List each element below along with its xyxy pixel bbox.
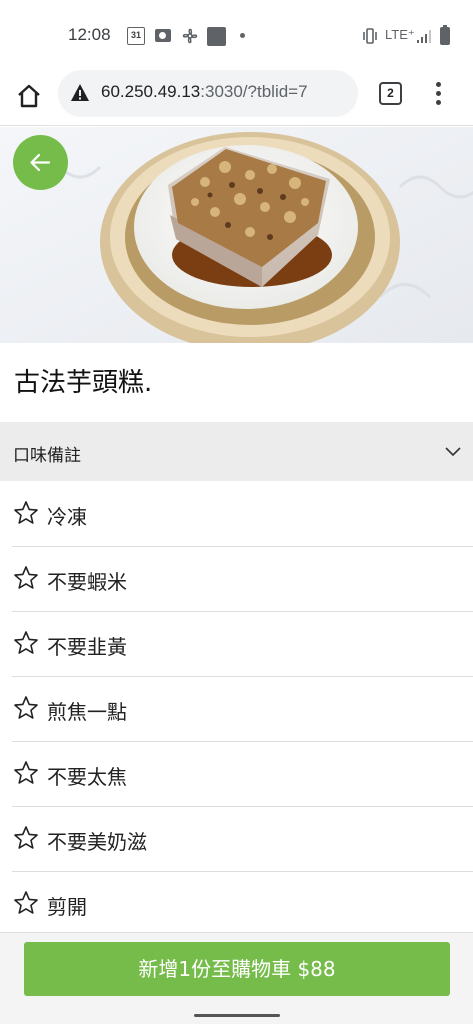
camera-icon <box>155 29 171 42</box>
option-label: 不要美奶滋 <box>47 830 147 854</box>
star-icon[interactable] <box>13 500 39 526</box>
network-type-label: LTE⁺ <box>385 27 415 42</box>
star-icon[interactable] <box>13 890 39 916</box>
arrow-left-icon <box>30 153 51 172</box>
item-title: 古法芋頭糕. <box>14 368 153 398</box>
signal-icon <box>417 30 431 43</box>
option-row[interactable]: 冷凍 <box>12 482 473 547</box>
battery-icon <box>440 25 450 45</box>
option-label: 剪開 <box>47 895 87 919</box>
tab-switcher-button[interactable]: 2 <box>379 82 402 105</box>
chevron-down-icon <box>445 447 461 457</box>
vibrate-icon <box>363 28 377 44</box>
option-label: 煎焦一點 <box>47 700 127 724</box>
flavor-notes-header[interactable]: 口味備註 <box>0 422 473 481</box>
url-path: :3030/?tblid=7 <box>200 82 308 101</box>
star-icon[interactable] <box>13 565 39 591</box>
option-row[interactable]: 不要蝦米 <box>12 547 473 612</box>
url-host: 60.250.49.13 <box>101 82 201 101</box>
back-button[interactable] <box>13 135 68 190</box>
gesture-home-indicator <box>194 1014 280 1017</box>
more-notifications-dot-icon <box>240 33 245 38</box>
notification-square-icon <box>207 27 226 46</box>
more-menu-icon[interactable] <box>430 80 446 108</box>
options-list: 冷凍不要蝦米不要韭黃煎焦一點不要太焦不要美奶滋剪開 <box>12 482 473 937</box>
add-to-cart-button[interactable]: 新增1份至購物車 $88 <box>24 942 450 996</box>
option-row[interactable]: 不要太焦 <box>12 742 473 807</box>
option-row[interactable]: 剪開 <box>12 872 473 937</box>
url-text[interactable]: 60.250.49.13:3030/?tblid=7 <box>101 82 308 102</box>
option-label: 不要太焦 <box>47 765 127 789</box>
option-label: 不要韭黃 <box>47 635 127 659</box>
option-label: 冷凍 <box>47 505 87 529</box>
browser-toolbar: 60.250.49.13:3030/?tblid=7 2 <box>0 70 473 126</box>
home-icon[interactable] <box>14 81 44 111</box>
bottom-action-bar: 新增1份至購物車 $88 <box>0 932 473 1024</box>
star-icon[interactable] <box>13 760 39 786</box>
status-bar: 12:08 31 LTE⁺ <box>0 0 473 70</box>
status-time: 12:08 <box>68 25 111 44</box>
option-row[interactable]: 不要美奶滋 <box>12 807 473 872</box>
warning-icon[interactable] <box>70 83 90 103</box>
address-bar[interactable]: 60.250.49.13:3030/?tblid=7 <box>58 70 358 117</box>
option-row[interactable]: 不要韭黃 <box>12 612 473 677</box>
option-row[interactable]: 煎焦一點 <box>12 677 473 742</box>
fan-icon <box>182 28 198 44</box>
option-label: 不要蝦米 <box>47 570 127 594</box>
calendar-icon: 31 <box>127 27 145 45</box>
star-icon[interactable] <box>13 630 39 656</box>
star-icon[interactable] <box>13 695 39 721</box>
item-photo <box>0 127 473 343</box>
star-icon[interactable] <box>13 825 39 851</box>
section-title: 口味備註 <box>13 446 81 466</box>
